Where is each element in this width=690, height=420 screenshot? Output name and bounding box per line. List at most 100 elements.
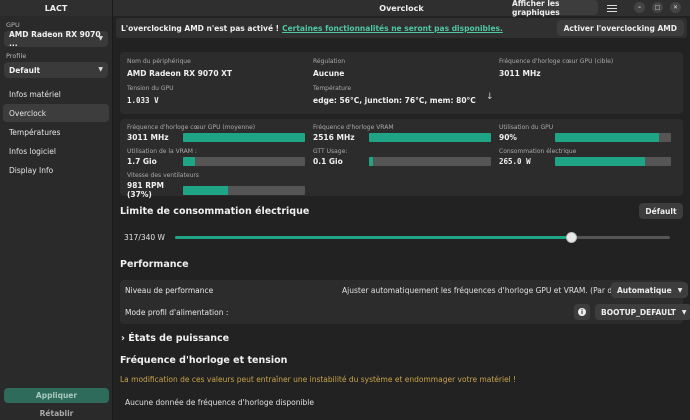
clock-voltage-title: Fréquence d'horloge et tension xyxy=(120,355,288,366)
no-clock-data-message: Aucune donnée de fréquence d'horloge dis… xyxy=(125,398,314,407)
core-clock-label: Fréquence d'horloge cœur GPU (moyenne) xyxy=(127,124,256,131)
gpu-select-value: AMD Radeon RX 9070 ... xyxy=(9,30,101,48)
sidebar-item-display-info[interactable]: Display Info xyxy=(3,161,109,179)
show-graphs-button[interactable]: Afficher les graphiques xyxy=(512,0,598,17)
vram-clock-bar xyxy=(369,133,491,142)
chevron-down-icon: ▼ xyxy=(98,66,103,73)
profile-select-value: Default xyxy=(9,65,41,75)
chevron-down-icon: ▼ xyxy=(681,308,687,316)
core-clock-stat: Fréquence d'horloge cœur GPU (moyenne) 3… xyxy=(127,124,305,142)
page-title: Overclock xyxy=(379,3,424,13)
fan-speed-stat: Vitesse des ventilateurs 981 RPM (37%) xyxy=(127,172,305,199)
gtt-usage-stat: GTT Usage: 0.1 Gio xyxy=(313,148,491,166)
power-limit-value: 317/340 W xyxy=(124,233,165,242)
power-profile-dropdown[interactable]: BOOTUP_DEFAULT ▼ xyxy=(595,304,690,320)
performance-level-label: Niveau de performance xyxy=(125,286,214,295)
performance-title: Performance xyxy=(120,259,189,270)
power-profile-label: Mode profil d'alimentation : xyxy=(125,308,229,317)
info-icon[interactable]: i xyxy=(574,304,590,320)
fan-speed-bar-fill xyxy=(183,185,229,195)
power-states-title: États de puissance xyxy=(128,333,230,344)
vram-clock-bar-fill xyxy=(369,133,491,142)
performance-level-dropdown[interactable]: Automatique ▼ xyxy=(611,282,689,298)
vram-usage-bar-fill xyxy=(183,157,196,166)
gpu-usage-label: Utilisation du GPU xyxy=(499,124,554,131)
vram-usage-label: Utilisation de la VRAM : xyxy=(127,148,197,155)
fan-speed-bar xyxy=(183,185,305,195)
power-usage-label: Consommation électrique xyxy=(499,148,577,155)
maximize-icon[interactable]: □ xyxy=(652,2,663,13)
fan-speed-value: 981 RPM (37%) xyxy=(127,181,165,199)
gtt-usage-bar-fill xyxy=(369,157,373,166)
power-usage-stat: Consommation électrique 265.0 W xyxy=(499,148,671,166)
gpu-usage-bar xyxy=(555,133,671,142)
gpu-usage-stat: Utilisation du GPU 90% xyxy=(499,124,671,142)
vram-clock-value: 2516 MHz xyxy=(313,133,355,142)
vram-clock-stat: Fréquence d'horloge VRAM 2516 MHz xyxy=(313,124,491,142)
power-limit-slider-handle[interactable] xyxy=(566,232,577,243)
apply-button[interactable]: Appliquer xyxy=(4,388,109,403)
gtt-usage-value: 0.1 Gio xyxy=(313,157,343,166)
voltage-field: Tension du GPU 1.033 V xyxy=(127,85,174,105)
gtt-usage-bar xyxy=(369,157,491,166)
core-clock-bar-fill xyxy=(183,133,305,142)
temperature-label: Température xyxy=(313,85,352,92)
profile-select[interactable]: Default ▼ xyxy=(4,62,108,78)
gpu-usage-bar-fill xyxy=(555,133,660,142)
close-icon[interactable]: ✕ xyxy=(670,2,681,13)
clock-voltage-warning: La modification de ces valeurs peut entr… xyxy=(120,375,517,384)
performance-card: Niveau de performance Ajuster automatiqu… xyxy=(120,280,690,324)
vram-usage-bar xyxy=(183,157,305,166)
sidebar-item-hardware-info[interactable]: Infos matériel xyxy=(3,85,109,103)
temperature-field: Température edge: 56°C, junction: 76°C, … xyxy=(313,85,476,105)
sidebar-item-overclock[interactable]: Overclock xyxy=(3,104,109,122)
performance-level-value: Automatique xyxy=(617,285,672,295)
power-usage-value: 265.0 W xyxy=(499,157,531,166)
header-bar: Overclock Afficher les graphiques – □ ✕ xyxy=(113,0,690,17)
sidebar: LACT GPU AMD Radeon RX 9070 ... ▼ Profil… xyxy=(0,0,113,420)
power-limit-slider[interactable] xyxy=(175,232,670,243)
main-panel: Overclock Afficher les graphiques – □ ✕ … xyxy=(113,0,690,420)
power-states-expander[interactable]: › États de puissance xyxy=(121,333,229,344)
target-clock-label: Fréquence d'horloge cœur GPU (cible) xyxy=(499,58,614,65)
profile-label: Profile xyxy=(6,52,27,60)
chevron-down-icon: ▼ xyxy=(677,286,683,294)
arrow-down-icon[interactable]: ↓ xyxy=(486,92,494,102)
chevron-down-icon: ▼ xyxy=(98,35,103,42)
vram-usage-stat: Utilisation de la VRAM : 1.7 Gio xyxy=(127,148,305,166)
voltage-label: Tension du GPU xyxy=(127,85,174,92)
power-usage-bar xyxy=(555,157,671,166)
sidebar-item-temperatures[interactable]: Températures xyxy=(3,123,109,141)
device-info-card: Nom du périphérique AMD Radeon RX 9070 X… xyxy=(120,52,683,114)
gtt-usage-label: GTT Usage: xyxy=(313,148,348,155)
sidebar-nav: Infos matériel Overclock Températures In… xyxy=(0,85,112,179)
target-clock-value: 3011 MHz xyxy=(499,69,541,78)
regulation-label: Régulation xyxy=(313,58,346,65)
gpu-usage-value: 90% xyxy=(499,133,517,142)
voltage-value: 1.033 V xyxy=(127,96,159,105)
fan-speed-label: Vitesse des ventilateurs xyxy=(127,172,199,179)
power-limit-title: Limite de consommation électrique xyxy=(120,206,310,217)
sidebar-item-software-info[interactable]: Infos logiciel xyxy=(3,142,109,160)
regulation-value: Aucune xyxy=(313,69,345,78)
target-clock-field: Fréquence d'horloge cœur GPU (cible) 301… xyxy=(499,58,613,78)
device-name-value: AMD Radeon RX 9070 XT xyxy=(127,69,233,78)
app-title: LACT xyxy=(0,0,112,16)
reset-button[interactable]: Rétablir xyxy=(4,407,109,420)
chevron-right-icon: › xyxy=(121,333,125,344)
hamburger-menu-icon[interactable] xyxy=(607,2,619,14)
device-name-field: Nom du périphérique AMD Radeon RX 9070 X… xyxy=(127,58,232,78)
default-power-button[interactable]: Défault xyxy=(639,203,683,219)
minimize-icon[interactable]: – xyxy=(634,2,645,13)
core-clock-bar xyxy=(183,133,305,142)
vram-usage-value: 1.7 Gio xyxy=(127,157,157,166)
power-profile-value: BOOTUP_DEFAULT xyxy=(601,307,676,317)
enable-overclock-button[interactable]: Activer l'overclocking AMD xyxy=(556,20,684,36)
gpu-stats-card: Fréquence d'horloge cœur GPU (moyenne) 3… xyxy=(120,119,683,199)
gpu-select[interactable]: AMD Radeon RX 9070 ... ▼ xyxy=(4,30,108,48)
banner-link[interactable]: Certaines fonctionnalités ne seront pas … xyxy=(282,24,503,33)
vram-clock-label: Fréquence d'horloge VRAM xyxy=(313,124,394,131)
gpu-label: GPU xyxy=(6,21,20,29)
power-usage-bar-fill xyxy=(555,157,646,166)
power-limit-slider-fill xyxy=(175,236,571,239)
